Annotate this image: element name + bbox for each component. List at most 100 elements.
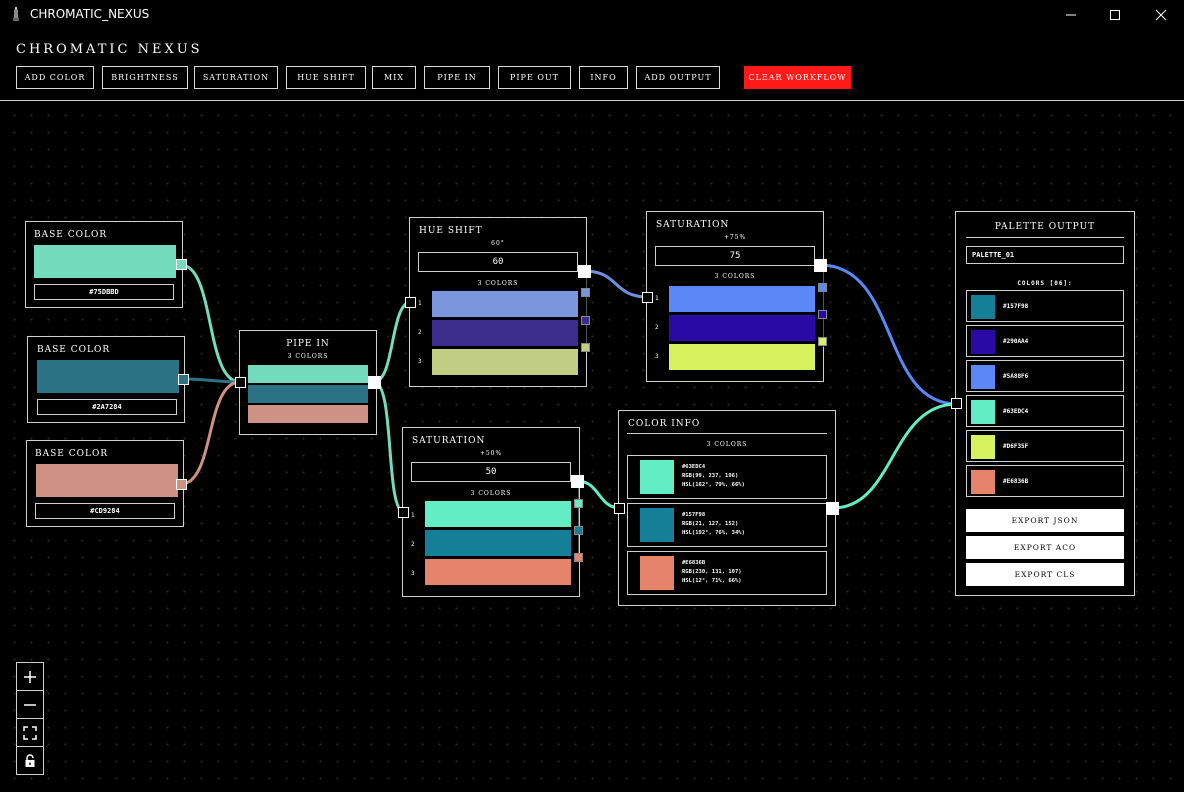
palette-hex: #5A88F6 — [1003, 373, 1029, 380]
minimize-icon — [1066, 14, 1076, 16]
color-count: 3 COLORS — [477, 280, 519, 287]
palette-row-6[interactable]: #E6836B — [966, 465, 1124, 497]
plus-icon — [24, 670, 36, 683]
saturation-button[interactable]: SATURATION — [194, 66, 278, 89]
color-port-1[interactable] — [581, 288, 590, 297]
color-port-2[interactable] — [574, 526, 583, 535]
input-port[interactable] — [614, 503, 625, 514]
output-port[interactable] — [176, 259, 187, 270]
hue-value-input[interactable]: 60 — [418, 252, 578, 272]
palette-swatch — [971, 470, 995, 494]
color-port-2[interactable] — [581, 316, 590, 325]
lock-button[interactable] — [17, 747, 43, 775]
zoom-controls — [16, 662, 44, 775]
info-hsl: HSL(192°, 76%, 34%) — [682, 530, 745, 536]
output-port[interactable] — [826, 502, 839, 515]
output-port[interactable] — [571, 475, 584, 488]
result-swatch-2 — [669, 315, 815, 341]
hex-value-field[interactable]: #75DBBD — [34, 284, 174, 300]
saturation-value-input[interactable]: 50 — [411, 462, 571, 482]
input-port[interactable] — [235, 377, 246, 388]
add-color-button[interactable]: ADD COLOR — [16, 66, 94, 89]
base-color-node-1[interactable]: BASE COLOR #75DBBD — [25, 221, 183, 308]
palette-row-5[interactable]: #D6F35F — [966, 430, 1124, 462]
palette-swatch — [971, 330, 995, 354]
color-port-3[interactable] — [581, 343, 590, 352]
hue-shift-button[interactable]: HUE SHIFT — [286, 66, 366, 89]
clear-workflow-button[interactable]: CLEAR WORKFLOW — [744, 66, 851, 89]
export-aco-button[interactable]: EXPORT ACO — [966, 536, 1124, 559]
output-port[interactable] — [176, 479, 187, 490]
color-swatch[interactable] — [37, 360, 179, 393]
pipe-in-button[interactable]: PIPE IN — [424, 66, 490, 89]
color-swatch[interactable] — [36, 464, 178, 497]
color-port-1[interactable] — [574, 499, 583, 508]
maximize-button[interactable] — [1092, 0, 1138, 30]
hex-value-field[interactable]: #CD9284 — [35, 503, 175, 519]
color-port-3[interactable] — [574, 553, 583, 562]
saturation-node-top[interactable]: SATURATION +75% 75 3 COLORS 1 2 3 — [646, 211, 824, 382]
close-icon — [1155, 9, 1167, 21]
output-port[interactable] — [578, 265, 591, 278]
saturation-node-bottom[interactable]: SATURATION +50% 50 3 COLORS 1 2 3 — [402, 427, 580, 597]
row-number: 2 — [411, 541, 415, 548]
palette-hex: #290AA4 — [1003, 338, 1029, 345]
base-color-node-2[interactable]: BASE COLOR #2A7284 — [27, 336, 185, 423]
hex-value-field[interactable]: #2A7284 — [37, 399, 177, 415]
result-swatch-2 — [432, 320, 578, 346]
hue-shift-node[interactable]: HUE SHIFT 60° 60 3 COLORS 1 2 3 — [409, 217, 587, 387]
palette-swatch — [971, 295, 995, 319]
row-number: 1 — [418, 300, 422, 307]
zoom-out-button[interactable] — [17, 691, 43, 719]
info-rgb: RGB(21, 127, 152) — [682, 521, 739, 527]
mix-button[interactable]: MIX — [372, 66, 416, 89]
node-title: PIPE IN — [286, 339, 330, 349]
input-port[interactable] — [951, 398, 962, 409]
color-swatch[interactable] — [34, 245, 176, 278]
info-swatch — [640, 460, 674, 494]
palette-name-input[interactable]: PALETTE_01 — [966, 246, 1124, 264]
pipe-out-button[interactable]: PIPE OUT — [498, 66, 571, 89]
palette-row-1[interactable]: #157F98 — [966, 290, 1124, 322]
fit-view-button[interactable] — [17, 719, 43, 747]
info-swatch — [640, 556, 674, 590]
base-color-node-3[interactable]: BASE COLOR #CD9284 — [26, 440, 184, 527]
row-number: 2 — [655, 324, 659, 331]
amount-label: +75% — [723, 234, 747, 241]
color-port-1[interactable] — [818, 283, 827, 292]
info-swatch — [640, 508, 674, 542]
colors-count-label: COLORS [06]: — [1017, 280, 1073, 287]
input-port[interactable] — [405, 297, 416, 308]
palette-output-node[interactable]: PALETTE OUTPUT PALETTE_01 COLORS [06]: #… — [955, 211, 1135, 596]
add-output-button[interactable]: ADD OUTPUT — [636, 66, 720, 89]
row-number: 2 — [418, 329, 422, 336]
color-count: 3 COLORS — [706, 441, 748, 448]
info-button[interactable]: INFO — [579, 66, 628, 89]
output-port[interactable] — [178, 374, 189, 385]
output-port[interactable] — [368, 376, 381, 389]
minimize-button[interactable] — [1048, 0, 1094, 30]
input-port[interactable] — [398, 507, 409, 518]
export-cls-button[interactable]: EXPORT CLS — [966, 563, 1124, 586]
color-count: 3 COLORS — [714, 273, 756, 280]
output-port[interactable] — [814, 259, 827, 272]
palette-row-3[interactable]: #5A88F6 — [966, 360, 1124, 392]
result-swatch-3 — [669, 344, 815, 370]
palette-hex: #E6836B — [1003, 478, 1029, 485]
palette-swatch — [971, 400, 995, 424]
node-title: SATURATION — [412, 436, 486, 446]
color-info-node[interactable]: COLOR INFO 3 COLORS #63EDC4 RGB(99, 237,… — [618, 410, 836, 606]
color-port-2[interactable] — [818, 310, 827, 319]
amount-label: +50% — [479, 450, 503, 457]
export-json-button[interactable]: EXPORT JSON — [966, 509, 1124, 532]
pipe-in-node[interactable]: PIPE IN 3 COLORS — [239, 330, 377, 435]
close-window-button[interactable] — [1138, 0, 1184, 30]
node-title: HUE SHIFT — [419, 226, 483, 236]
palette-row-2[interactable]: #290AA4 — [966, 325, 1124, 357]
brightness-button[interactable]: BRIGHTNESS — [102, 66, 188, 89]
zoom-in-button[interactable] — [17, 663, 43, 691]
saturation-value-input[interactable]: 75 — [655, 246, 815, 266]
input-port[interactable] — [642, 292, 653, 303]
palette-row-4[interactable]: #63EDC4 — [966, 395, 1124, 427]
color-port-3[interactable] — [818, 337, 827, 346]
